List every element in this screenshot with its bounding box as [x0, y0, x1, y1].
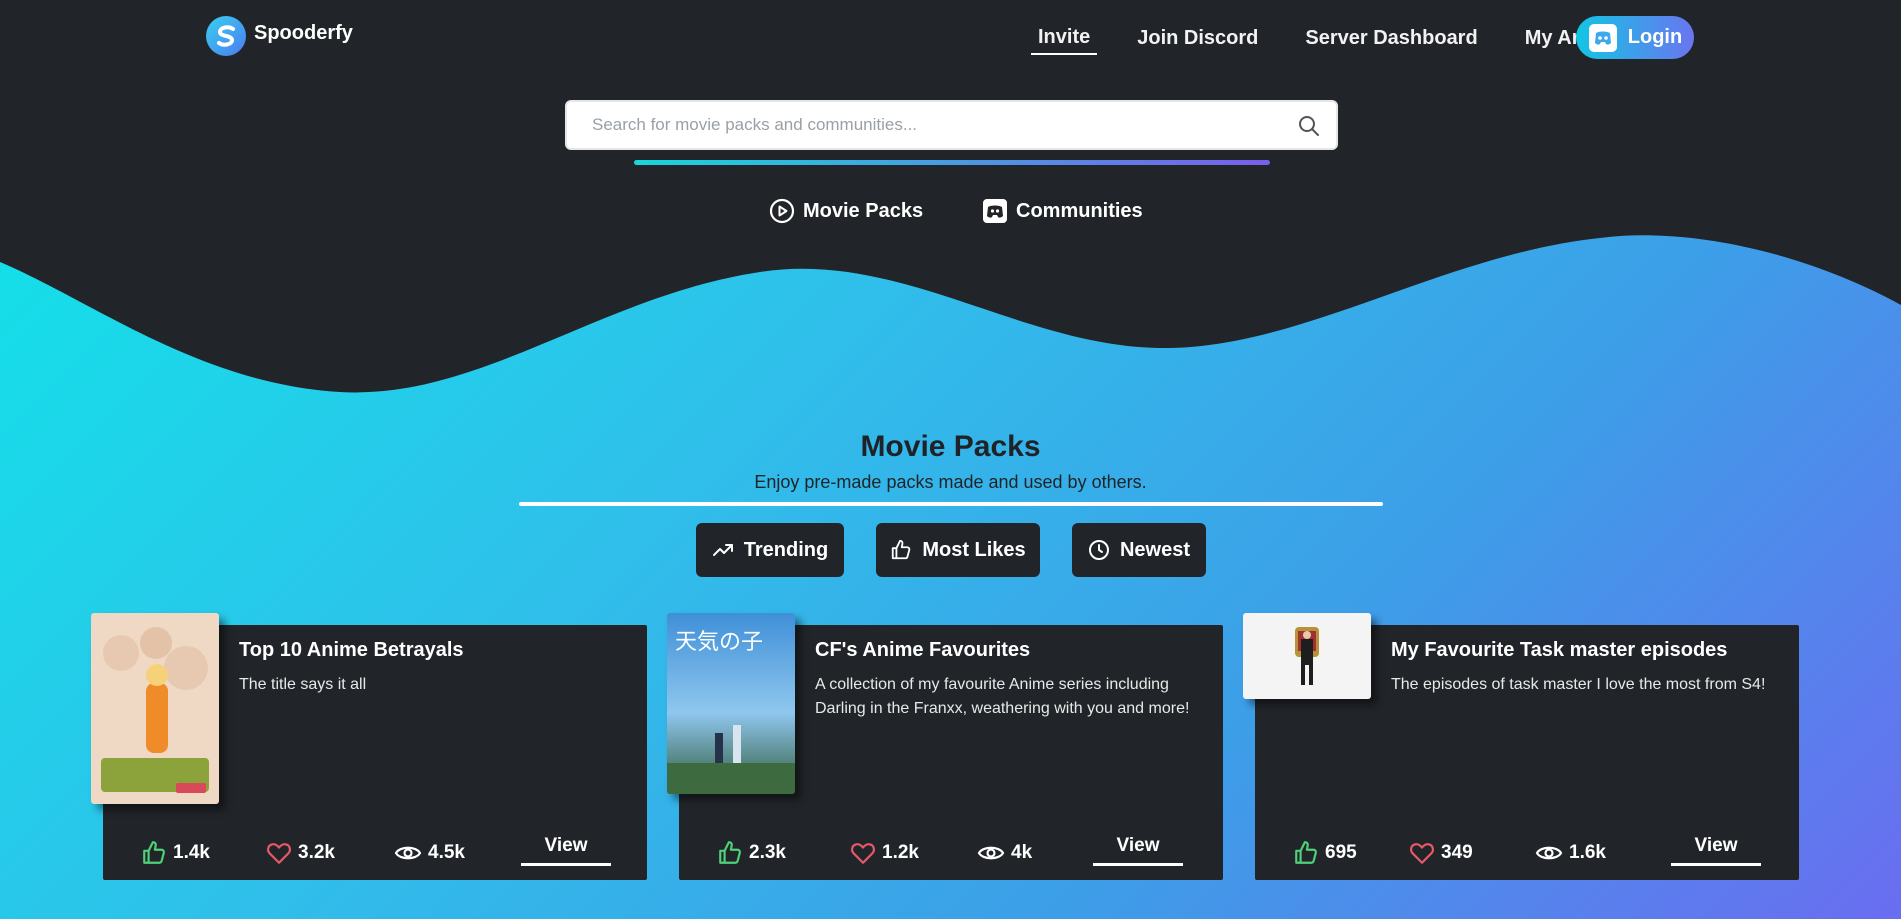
card-title[interactable]: Top 10 Anime Betrayals	[239, 639, 464, 662]
play-circle-icon	[769, 198, 795, 224]
pack-thumbnail[interactable]	[91, 613, 219, 804]
hearts-stat[interactable]: 3.2k	[266, 840, 394, 866]
likes-stat[interactable]: 2.3k	[717, 840, 850, 866]
nav-link-server-dashboard[interactable]: Server Dashboard	[1298, 27, 1484, 54]
views-stat: 1.6k	[1535, 840, 1606, 866]
likes-count: 2.3k	[749, 842, 786, 863]
views-count: 4.5k	[428, 842, 465, 863]
trending-up-icon	[712, 544, 733, 556]
nav-link-join-discord[interactable]: Join Discord	[1130, 27, 1265, 54]
search-underline	[634, 160, 1270, 165]
views-stat: 4.5k	[394, 840, 465, 866]
likes-stat[interactable]: 695	[1293, 840, 1409, 866]
view-button[interactable]: View	[521, 835, 611, 866]
view-button[interactable]: View	[1671, 835, 1761, 866]
poster-title-text: 天気の子	[675, 630, 763, 655]
search-icon[interactable]	[1298, 115, 1320, 137]
eye-icon	[977, 846, 1005, 860]
hearts-stat[interactable]: 349	[1409, 840, 1535, 866]
login-label: Login	[1627, 26, 1683, 48]
top-navbar: Spooderfy Invite Join Discord Server Das…	[0, 0, 1901, 76]
taskmaster-throne-image	[1243, 613, 1371, 699]
hearts-stat[interactable]: 1.2k	[850, 840, 977, 866]
card-description: The episodes of task master I love the m…	[1391, 676, 1766, 693]
nav-link-invite[interactable]: Invite	[1031, 26, 1098, 55]
section-subtitle: Enjoy pre-made packs made and used by ot…	[754, 472, 1147, 492]
filter-trending-label: Trending	[743, 538, 829, 561]
card-title[interactable]: CF's Anime Favourites	[815, 639, 1030, 662]
thumbs-up-icon	[143, 841, 165, 864]
card-stats: 1.4k 3.2k 4.5k	[141, 840, 465, 866]
filter-newest-button[interactable]: Newest	[1072, 523, 1206, 577]
pack-thumbnail[interactable]	[1243, 613, 1371, 699]
search-box	[565, 100, 1338, 150]
filter-trending-button[interactable]: Trending	[696, 523, 844, 577]
likes-count: 1.4k	[173, 842, 210, 863]
eye-icon	[1535, 846, 1563, 860]
heart-icon	[1410, 843, 1434, 864]
view-button[interactable]: View	[1093, 835, 1183, 866]
section-divider	[519, 502, 1383, 506]
views-count: 4k	[1011, 842, 1033, 863]
card-stats: 2.3k 1.2k 4k	[717, 840, 1032, 866]
brand[interactable]: Spooderfy	[206, 16, 353, 56]
tab-movie-packs-label: Movie Packs	[803, 199, 924, 222]
weathering-with-you-poster-image: 天気の子	[667, 613, 795, 794]
pack-thumbnail[interactable]: 天気の子	[667, 613, 795, 794]
tab-communities-label: Communities	[1016, 199, 1143, 222]
card-stats: 695 349 1.6k	[1293, 840, 1606, 866]
nav-links: Invite Join Discord Server Dashboard My …	[1031, 26, 1642, 55]
heart-icon	[267, 843, 291, 864]
thumbs-up-icon	[1295, 841, 1317, 864]
anime-poster-image	[91, 613, 219, 804]
login-button[interactable]: Login	[1576, 16, 1694, 59]
search-input[interactable]	[567, 102, 1267, 148]
thumbs-up-icon	[719, 841, 741, 864]
thumbs-up-icon	[892, 539, 911, 560]
tab-movie-packs[interactable]: Movie Packs	[769, 198, 923, 224]
section-title: Movie Packs	[860, 430, 1041, 463]
card-description: The title says it all	[239, 676, 367, 693]
hearts-count: 1.2k	[882, 842, 919, 863]
card-description: A collection of my favourite Anime serie…	[815, 676, 1190, 717]
discord-icon	[983, 199, 1007, 223]
likes-stat[interactable]: 1.4k	[141, 840, 266, 866]
card-title[interactable]: My Favourite Task master episodes	[1391, 639, 1727, 662]
filter-most-likes-button[interactable]: Most Likes	[876, 523, 1040, 577]
views-count: 1.6k	[1569, 842, 1606, 863]
views-stat: 4k	[977, 840, 1032, 866]
clock-icon	[1088, 540, 1109, 560]
hearts-count: 349	[1441, 842, 1473, 863]
discord-icon	[1588, 23, 1617, 52]
spooderfy-logo-icon	[206, 16, 246, 56]
likes-count: 695	[1325, 842, 1357, 863]
brand-name: Spooderfy	[254, 21, 353, 44]
eye-icon	[394, 846, 422, 860]
filter-newest-label: Newest	[1119, 538, 1191, 561]
heart-icon	[851, 843, 875, 864]
hearts-count: 3.2k	[298, 842, 335, 863]
tab-communities[interactable]: Communities	[982, 198, 1143, 224]
filter-most-likes-label: Most Likes	[922, 538, 1026, 561]
